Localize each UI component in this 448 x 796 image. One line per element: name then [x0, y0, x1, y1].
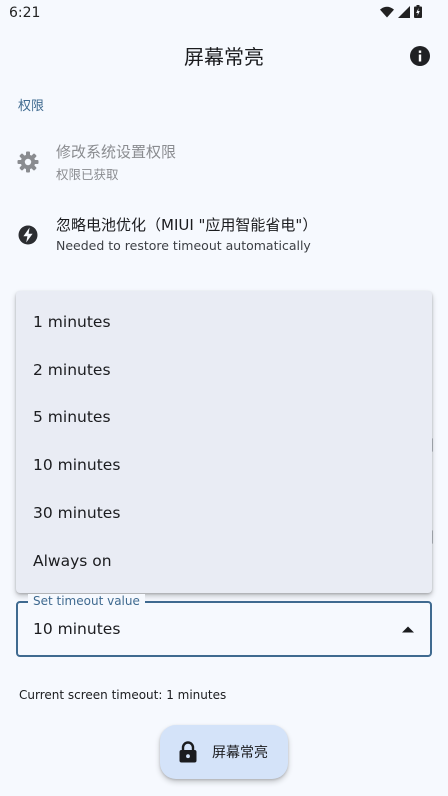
menu-item-1-minutes[interactable]: 1 minutes: [16, 298, 432, 346]
setting-title: 忽略电池优化（MIUI "应用智能省电"）: [56, 216, 318, 234]
signal-icon: [398, 5, 410, 18]
status-time: 6:21: [9, 5, 41, 21]
menu-item-always-on[interactable]: Always on: [16, 537, 432, 585]
battery-saver-icon: [18, 225, 38, 245]
timeout-dropdown-menu: 1 minutes 2 minutes 5 minutes 10 minutes…: [16, 291, 432, 593]
menu-item-5-minutes[interactable]: 5 minutes: [16, 394, 432, 442]
menu-item-10-minutes[interactable]: 10 minutes: [16, 441, 432, 489]
section-header-permissions: 权限: [18, 99, 45, 114]
current-timeout-text: Current screen timeout: 1 minutes: [19, 688, 227, 702]
fab-label: 屏幕常亮: [212, 745, 268, 761]
status-icons: [380, 5, 422, 18]
timeout-select[interactable]: Set timeout value 10 minutes: [16, 594, 432, 657]
setting-write-settings-permission[interactable]: 修改系统设置权限 权限已获取: [0, 138, 448, 194]
setting-title: 修改系统设置权限: [56, 143, 177, 161]
status-bar: 6:21: [0, 0, 448, 26]
timeout-select-value: 10 minutes: [33, 620, 121, 638]
battery-icon: [414, 5, 422, 18]
wifi-icon: [380, 6, 394, 17]
setting-ignore-battery-optimization[interactable]: 忽略电池优化（MIUI "应用智能省电"） Needed to restore …: [0, 210, 448, 266]
info-icon: [410, 46, 430, 66]
menu-item-2-minutes[interactable]: 2 minutes: [16, 346, 432, 394]
gear-icon: [17, 151, 39, 173]
timeout-select-label: Set timeout value: [28, 594, 145, 608]
setting-subtitle: 权限已获取: [56, 167, 119, 182]
lock-icon: [179, 741, 197, 763]
page-title: 屏幕常亮: [184, 45, 264, 69]
setting-subtitle: Needed to restore timeout automatically: [56, 238, 311, 253]
caret-up-icon[interactable]: [402, 626, 414, 633]
menu-item-30-minutes[interactable]: 30 minutes: [16, 489, 432, 537]
keep-screen-on-fab[interactable]: 屏幕常亮: [160, 725, 288, 779]
info-button[interactable]: [408, 44, 432, 68]
